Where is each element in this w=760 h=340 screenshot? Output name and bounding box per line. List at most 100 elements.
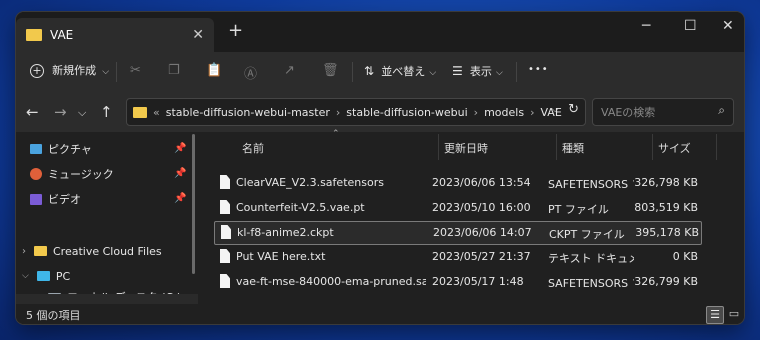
view-button-label: 表示: [469, 65, 492, 78]
sidebar-item-creative-cloud[interactable]: › Creative Cloud Files: [22, 240, 162, 262]
plus-circle-icon: +: [30, 64, 44, 78]
column-header-type[interactable]: 種類: [562, 140, 584, 156]
forward-arrow-icon[interactable]: →: [54, 103, 67, 121]
file-type: PT ファイル: [548, 203, 609, 216]
minimize-button[interactable]: ─: [642, 18, 650, 34]
new-tab-button[interactable]: +: [228, 20, 243, 41]
file-modified: 2023/06/06 13:54: [432, 176, 531, 189]
refresh-icon[interactable]: ↻: [568, 102, 579, 117]
sidebar-item-label: ビデオ: [48, 193, 81, 206]
file-name: vae-ft-mse-840000-ema-pruned.safetens...: [236, 275, 426, 288]
toolbar-separator: [352, 62, 353, 82]
column-header-name[interactable]: 名前: [242, 140, 264, 156]
tab-title: VAE: [50, 28, 74, 42]
up-arrow-icon[interactable]: ↑: [100, 103, 113, 121]
details-view-icon: ☰: [710, 308, 720, 321]
file-size: 326,798 KB: [634, 176, 698, 189]
breadcrumb-chevron-icon: ›: [473, 105, 479, 119]
tiles-view-button[interactable]: ▭: [726, 306, 742, 322]
file-modified: 2023/05/17 1:48: [432, 275, 524, 288]
file-name: ClearVAE_V2.3.safetensors: [236, 176, 384, 189]
sort-button[interactable]: ⇅ 並べ替え ⌵: [364, 63, 436, 79]
search-box[interactable]: VAEの検索 ⌕: [592, 98, 734, 126]
new-button-label: 新規作成: [52, 64, 97, 77]
file-icon: [220, 175, 230, 189]
toolbar-separator: [516, 62, 517, 82]
column-header-modified[interactable]: 更新日時: [444, 140, 488, 156]
details-view-button[interactable]: ☰: [706, 306, 724, 324]
sidebar-item-pc[interactable]: ⌵ PC: [22, 265, 70, 287]
sidebar-item-music[interactable]: ミュージック: [30, 163, 114, 185]
table-row[interactable]: vae-ft-mse-840000-ema-pruned.safetens...…: [214, 271, 700, 293]
rename-icon[interactable]: Ⓐ: [244, 63, 257, 82]
view-button[interactable]: ☰ 表示 ⌵: [452, 63, 503, 79]
navigation-pane: ピクチャ 📌 ミュージック 📌 ビデオ 📌 › Creative Cloud F…: [16, 132, 198, 304]
sidebar-item-pictures[interactable]: ピクチャ: [30, 138, 92, 160]
close-tab-icon[interactable]: ✕: [192, 27, 204, 43]
sidebar-item-videos[interactable]: ビデオ: [30, 188, 81, 210]
sort-button-label: 並べ替え: [381, 65, 426, 78]
file-name: Counterfeit-V2.5.vae.pt: [236, 201, 365, 214]
file-icon: [221, 225, 231, 239]
command-bar: + 新規作成 ⌵ ✂ ❐ 📋 Ⓐ ↗ 🗑 ⇅ 並べ替え ⌵ ☰ 表示 ⌵ •••: [16, 52, 744, 93]
recent-chevron-icon[interactable]: ⌵: [78, 106, 86, 120]
table-row[interactable]: Put VAE here.txt 2023/05/27 21:37 テキスト ド…: [214, 246, 700, 268]
column-separator[interactable]: [438, 134, 439, 160]
address-dropdown-icon[interactable]: ⌵: [551, 104, 559, 115]
back-arrow-icon[interactable]: ←: [26, 103, 39, 121]
collapse-chevron-icon[interactable]: ⌵: [22, 271, 29, 281]
file-modified: 2023/06/06 14:07: [433, 226, 532, 239]
title-bar: VAE ✕ + ─ ☐ ✕: [16, 12, 744, 52]
file-type: SAFETENSORS ファ...: [548, 178, 634, 191]
file-type: CKPT ファイル: [549, 228, 625, 241]
new-button[interactable]: + 新規作成 ⌵: [30, 62, 109, 78]
more-options-button[interactable]: •••: [528, 64, 549, 75]
pictures-icon: [30, 144, 42, 154]
column-separator[interactable]: [556, 134, 557, 160]
breadcrumb-item[interactable]: stable-diffusion-webui-master: [166, 106, 330, 119]
search-placeholder: VAEの検索: [601, 106, 656, 119]
pin-icon[interactable]: 📌: [174, 143, 186, 154]
share-icon[interactable]: ↗: [284, 63, 295, 78]
item-count: 5 個の項目: [26, 309, 81, 322]
file-size: 326,799 KB: [634, 275, 698, 288]
table-row[interactable]: ClearVAE_V2.3.safetensors 2023/06/06 13:…: [214, 172, 700, 194]
delete-icon[interactable]: 🗑: [322, 63, 339, 78]
copy-icon[interactable]: ❐: [168, 63, 180, 78]
pin-icon[interactable]: 📌: [174, 168, 186, 179]
overflow-crumb[interactable]: «: [153, 106, 160, 119]
table-row-selected[interactable]: kl-f8-anime2.ckpt 2023/06/06 14:07 CKPT …: [214, 221, 702, 245]
tiles-view-icon: ▭: [728, 307, 740, 320]
chevron-down-icon: ⌵: [429, 68, 437, 78]
status-bar: 5 個の項目 ☰ ▭: [16, 304, 744, 324]
sidebar-scrollbar[interactable]: [192, 134, 195, 274]
file-name: kl-f8-anime2.ckpt: [237, 226, 334, 239]
breadcrumb-chevron-icon: ›: [530, 105, 535, 119]
expand-chevron-icon[interactable]: ›: [22, 246, 26, 257]
breadcrumb-item[interactable]: stable-diffusion-webui: [346, 106, 467, 119]
file-size: 803,519 KB: [634, 201, 698, 214]
column-separator[interactable]: [652, 134, 653, 160]
file-modified: 2023/05/27 21:37: [432, 250, 531, 263]
close-window-button[interactable]: ✕: [722, 18, 734, 34]
column-header-size[interactable]: サイズ: [658, 140, 691, 156]
column-separator[interactable]: [716, 134, 717, 160]
address-bar[interactable]: « stable-diffusion-webui-master › stable…: [126, 98, 586, 126]
chevron-down-icon: ⌵: [496, 68, 503, 78]
file-type: SAFETENSORS ファ...: [548, 277, 634, 290]
paste-icon[interactable]: 📋: [206, 63, 222, 78]
video-icon: [30, 193, 42, 205]
toolbar-separator: [116, 62, 117, 82]
table-row[interactable]: Counterfeit-V2.5.vae.pt 2023/05/10 16:00…: [214, 197, 700, 219]
file-icon: [220, 249, 230, 263]
breadcrumb-item[interactable]: models: [484, 106, 524, 119]
breadcrumb-chevron-icon: ›: [335, 105, 341, 119]
tab-vae[interactable]: VAE ✕: [16, 18, 214, 52]
cut-icon[interactable]: ✂: [130, 63, 141, 78]
explorer-window: VAE ✕ + ─ ☐ ✕ + 新規作成 ⌵ ✂ ❐ 📋 Ⓐ ↗ 🗑 ⇅ 並べ替…: [16, 12, 744, 324]
folder-icon: [26, 29, 42, 41]
view-list-icon: ☰: [452, 64, 463, 78]
maximize-button[interactable]: ☐: [684, 18, 697, 34]
pin-icon[interactable]: 📌: [174, 193, 186, 204]
sidebar-horizontal-scrollbar[interactable]: [16, 294, 198, 304]
